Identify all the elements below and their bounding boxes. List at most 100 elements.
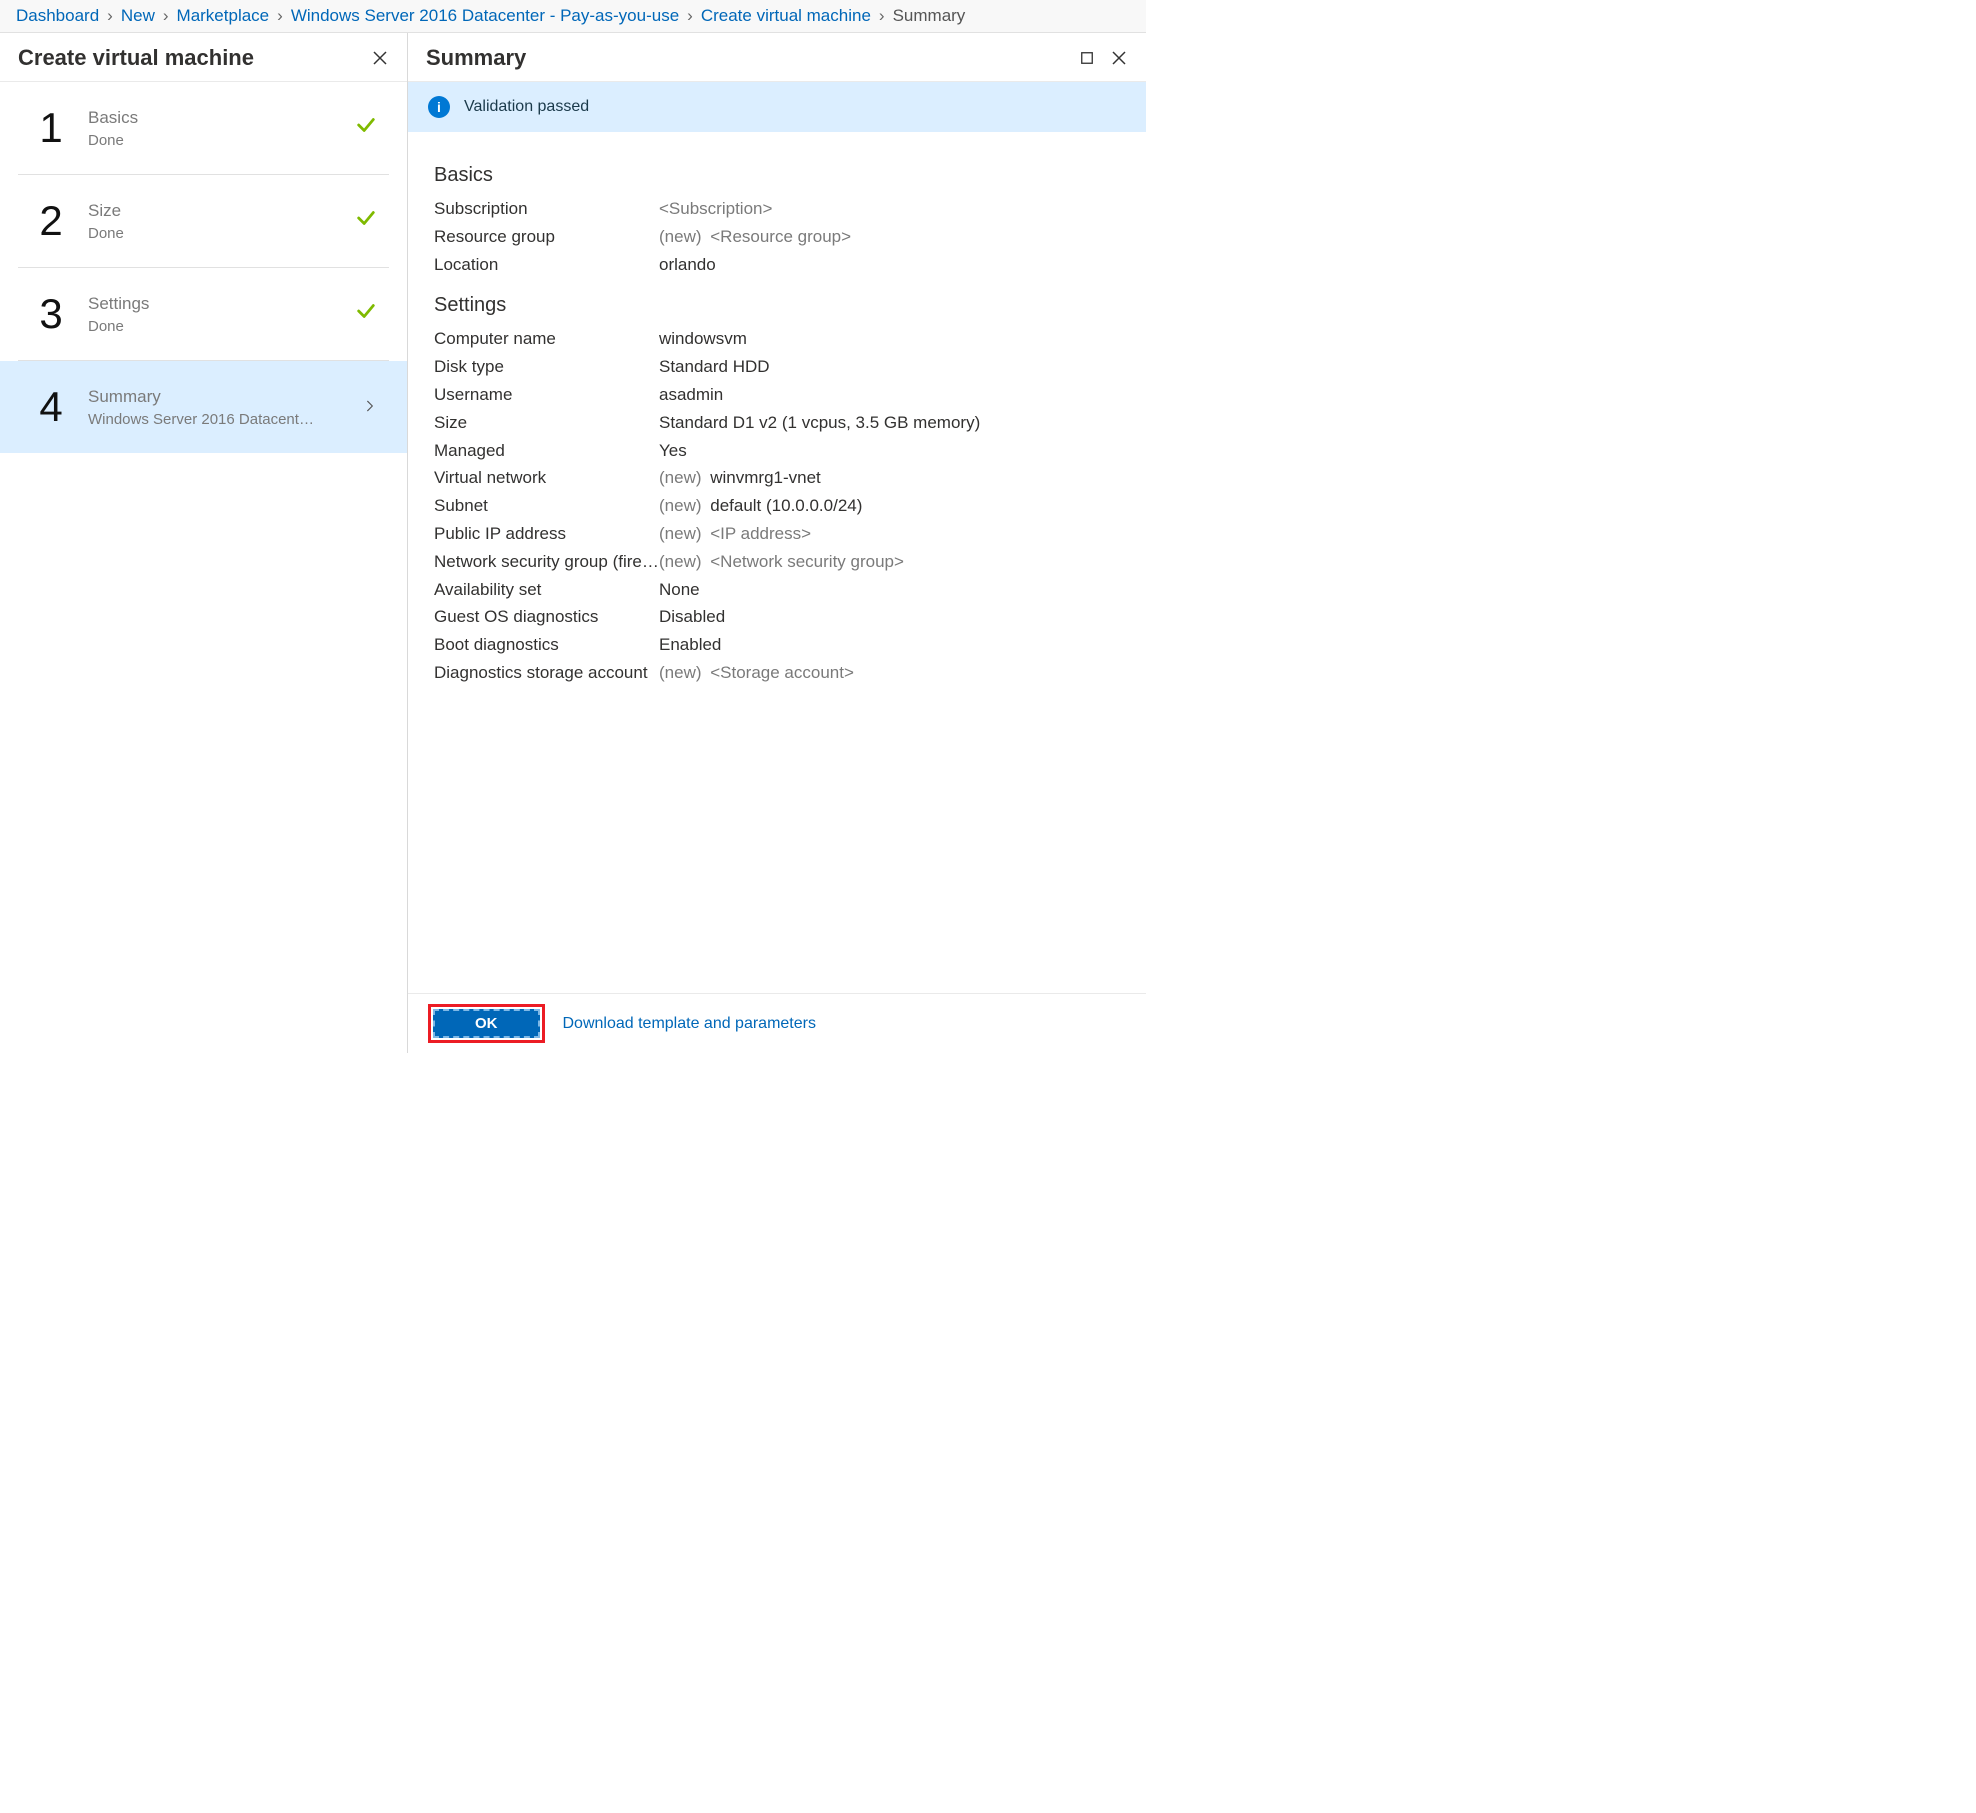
kv-key: Size <box>434 411 659 435</box>
kv-value-text: <Network security group> <box>710 552 904 571</box>
kv-row: Virtual network(new) winvmrg1-vnet <box>434 464 1120 492</box>
breadcrumb-separator: › <box>107 6 113 26</box>
kv-key: Virtual network <box>434 466 659 490</box>
close-icon[interactable] <box>1110 49 1128 67</box>
breadcrumb-item: Summary <box>893 6 966 26</box>
kv-row: SizeStandard D1 v2 (1 vcpus, 3.5 GB memo… <box>434 409 1120 437</box>
breadcrumb-separator: › <box>163 6 169 26</box>
kv-key: Disk type <box>434 355 659 379</box>
breadcrumb-item[interactable]: New <box>121 6 155 26</box>
step-title: Size <box>88 201 355 221</box>
check-icon <box>355 300 377 329</box>
step-item-settings[interactable]: 3 SettingsDone <box>18 268 389 361</box>
breadcrumb-separator: › <box>879 6 885 26</box>
kv-value-text: winvmrg1-vnet <box>710 468 821 487</box>
kv-value-text: <Resource group> <box>710 227 851 246</box>
kv-value: orlando <box>659 253 716 277</box>
kv-key: Managed <box>434 439 659 463</box>
kv-value: Yes <box>659 439 687 463</box>
main-row: Create virtual machine 1BasicsDone2SizeD… <box>0 33 1146 1053</box>
blade-footer: OK Download template and parameters <box>408 993 1146 1053</box>
kv-new-prefix: (new) <box>659 496 706 515</box>
kv-value-text: default (10.0.0.0/24) <box>710 496 862 515</box>
create-vm-blade: Create virtual machine 1BasicsDone2SizeD… <box>0 33 408 1053</box>
kv-row: Public IP address(new) <IP address> <box>434 520 1120 548</box>
kv-row: Usernameasadmin <box>434 381 1120 409</box>
kv-value-text: <Subscription> <box>659 199 772 218</box>
step-title: Basics <box>88 108 355 128</box>
kv-row: Boot diagnosticsEnabled <box>434 631 1120 659</box>
kv-value-text: Disabled <box>659 607 725 626</box>
kv-row: Resource group(new) <Resource group> <box>434 223 1120 251</box>
step-number: 1 <box>30 104 72 152</box>
check-icon <box>355 207 377 236</box>
step-subtitle: Done <box>88 225 318 242</box>
kv-value: (new) <Resource group> <box>659 225 851 249</box>
kv-value: (new) winvmrg1-vnet <box>659 466 821 490</box>
maximize-icon[interactable] <box>1078 49 1096 67</box>
right-blade-title: Summary <box>426 45 526 71</box>
step-labels: SummaryWindows Server 2016 Datacenter … <box>88 387 363 428</box>
kv-value: (new) <Network security group> <box>659 550 904 574</box>
kv-value-text: <IP address> <box>710 524 811 543</box>
ok-button[interactable]: OK <box>433 1009 540 1038</box>
kv-row: Availability setNone <box>434 576 1120 604</box>
kv-new-prefix: (new) <box>659 524 706 543</box>
breadcrumb-separator: › <box>687 6 693 26</box>
kv-key: Network security group (fire… <box>434 550 659 574</box>
kv-key: Subnet <box>434 494 659 518</box>
kv-value-text: asadmin <box>659 385 723 404</box>
kv-value-text: Standard HDD <box>659 357 770 376</box>
step-subtitle: Done <box>88 318 318 335</box>
step-item-summary[interactable]: 4 SummaryWindows Server 2016 Datacenter … <box>0 361 407 453</box>
kv-key: Boot diagnostics <box>434 633 659 657</box>
kv-value-text: Standard D1 v2 (1 vcpus, 3.5 GB memory) <box>659 413 980 432</box>
kv-key: Computer name <box>434 327 659 351</box>
kv-row: Guest OS diagnosticsDisabled <box>434 603 1120 631</box>
kv-key: Availability set <box>434 578 659 602</box>
kv-value: None <box>659 578 700 602</box>
right-blade-header: Summary <box>408 33 1146 82</box>
step-item-size[interactable]: 2SizeDone <box>18 175 389 268</box>
kv-row: Network security group (fire…(new) <Netw… <box>434 548 1120 576</box>
kv-key: Guest OS diagnostics <box>434 605 659 629</box>
kv-new-prefix: (new) <box>659 468 706 487</box>
step-item-basics[interactable]: 1BasicsDone <box>18 82 389 175</box>
kv-value-text: <Storage account> <box>710 663 854 682</box>
step-labels: SettingsDone <box>88 294 355 335</box>
kv-key: Username <box>434 383 659 407</box>
step-number: 3 <box>30 290 72 338</box>
kv-value: (new) default (10.0.0.0/24) <box>659 494 862 518</box>
kv-value-text: None <box>659 580 700 599</box>
breadcrumb: Dashboard › New › Marketplace › Windows Server… <box>0 0 1146 33</box>
kv-row: Diagnostics storage account(new) <Storag… <box>434 659 1120 687</box>
kv-value: asadmin <box>659 383 723 407</box>
kv-row: ManagedYes <box>434 437 1120 465</box>
kv-value: Standard D1 v2 (1 vcpus, 3.5 GB memory) <box>659 411 980 435</box>
kv-key: Resource group <box>434 225 659 249</box>
breadcrumb-item[interactable]: Dashboard <box>16 6 99 26</box>
kv-key: Public IP address <box>434 522 659 546</box>
kv-row: Computer namewindowsvm <box>434 325 1120 353</box>
validation-text: Validation passed <box>464 98 589 116</box>
close-icon[interactable] <box>371 49 389 67</box>
kv-new-prefix: (new) <box>659 552 706 571</box>
kv-value: <Subscription> <box>659 197 772 221</box>
kv-value: Enabled <box>659 633 721 657</box>
breadcrumb-item[interactable]: Create virtual machine <box>701 6 871 26</box>
kv-row: Locationorlando <box>434 251 1120 279</box>
kv-value-text: Yes <box>659 441 687 460</box>
breadcrumb-item[interactable]: Marketplace <box>177 6 270 26</box>
kv-value: (new) <Storage account> <box>659 661 854 685</box>
kv-value: (new) <IP address> <box>659 522 811 546</box>
left-blade-title: Create virtual machine <box>18 45 254 71</box>
breadcrumb-separator: › <box>277 6 283 26</box>
settings-rows: Computer namewindowsvmDisk typeStandard … <box>434 325 1120 686</box>
download-template-link[interactable]: Download template and parameters <box>563 1015 816 1033</box>
info-icon: i <box>428 96 450 118</box>
section-heading-settings: Settings <box>434 294 1120 317</box>
kv-value: windowsvm <box>659 327 747 351</box>
breadcrumb-item[interactable]: Windows Server 2016 Datacenter - Pay-as-… <box>291 6 679 26</box>
step-number: 4 <box>30 383 72 431</box>
chevron-right-icon <box>363 396 377 419</box>
